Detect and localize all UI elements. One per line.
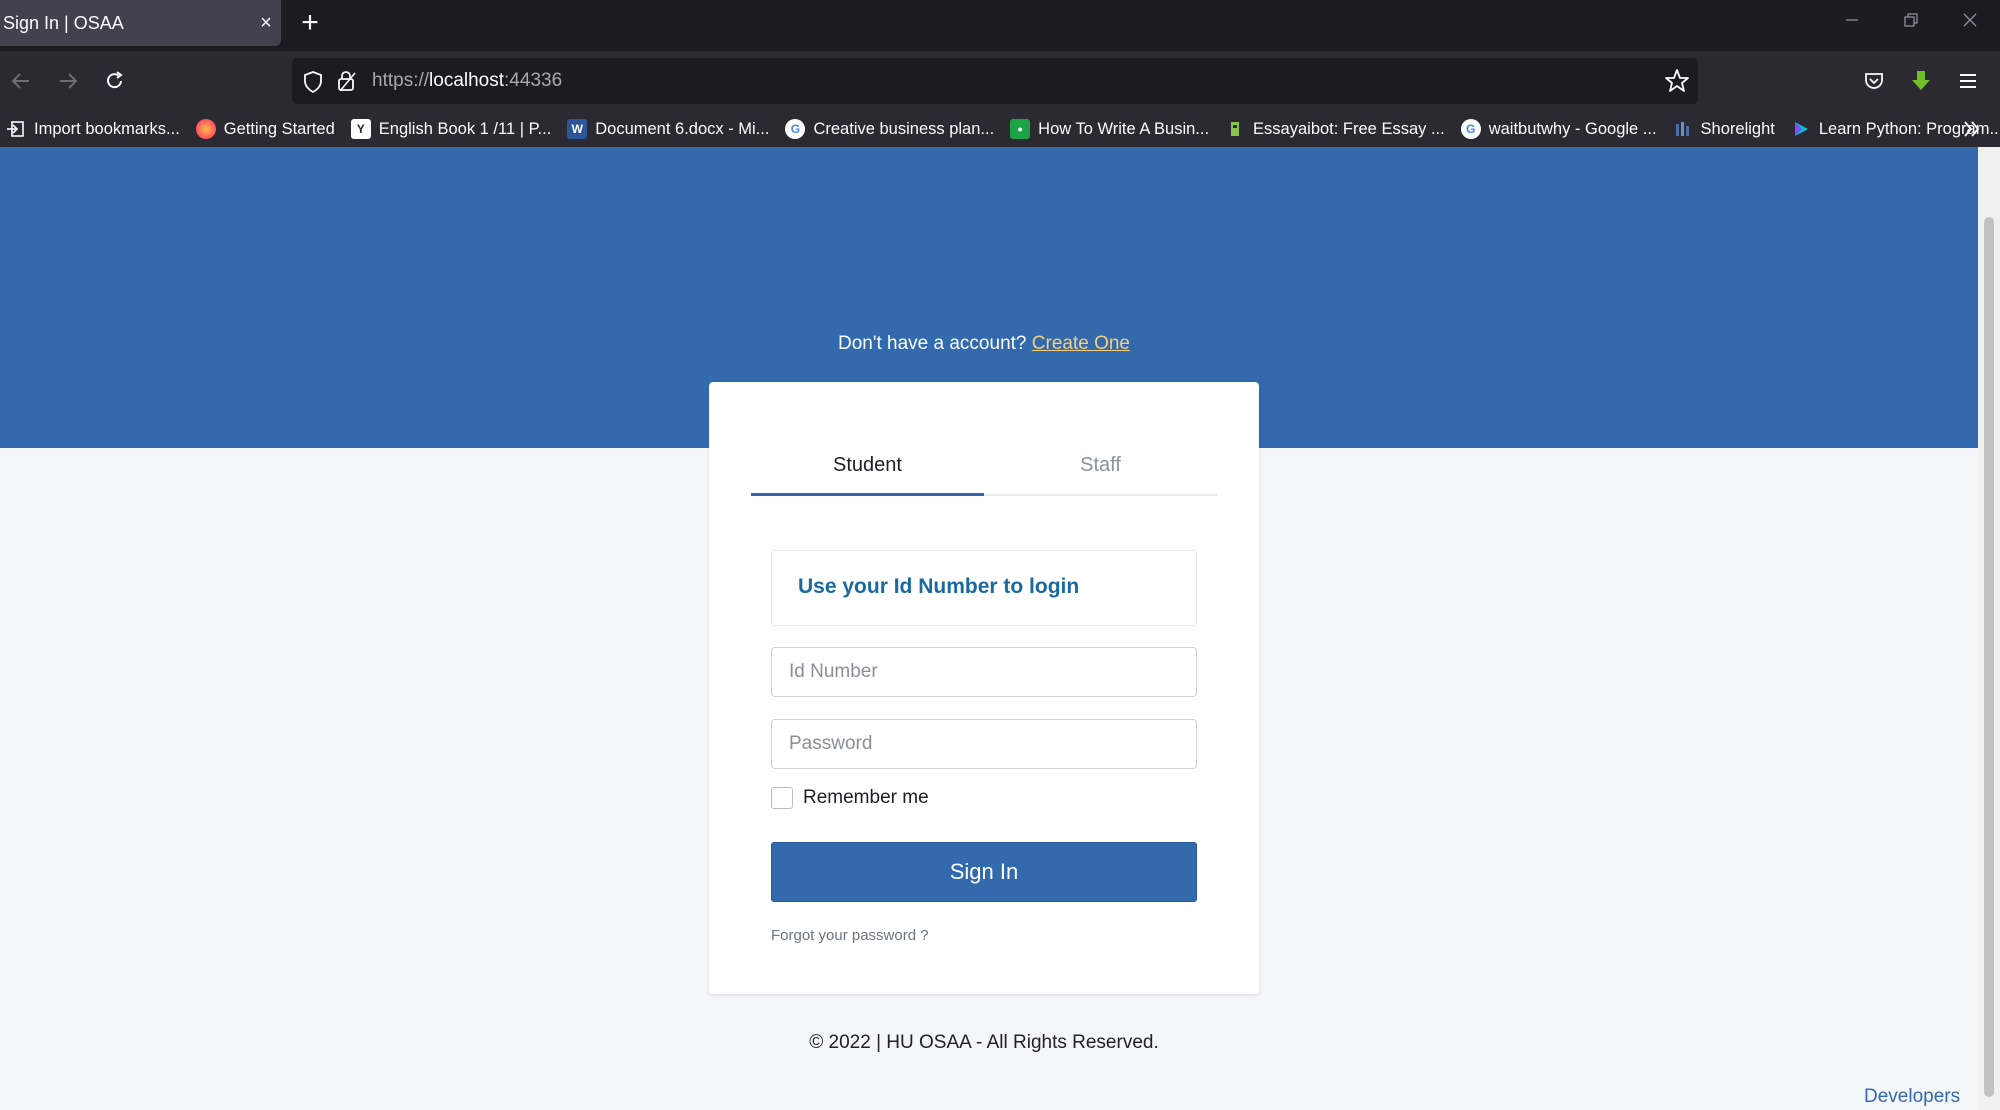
login-notice: Use your Id Number to login [771, 550, 1197, 626]
tab-staff[interactable]: Staff [984, 440, 1217, 496]
reload-icon[interactable] [97, 63, 133, 99]
play-icon [1791, 119, 1811, 139]
pocket-icon[interactable] [1856, 63, 1892, 99]
bookmark-creative-business[interactable]: G Creative business plan... [785, 119, 994, 139]
import-icon [6, 119, 26, 139]
shield-icon[interactable] [302, 70, 324, 99]
minimize-icon[interactable] [1832, 8, 1872, 36]
lock-icon[interactable] [336, 69, 358, 98]
bookmark-label: English Book 1 /11 | P... [378, 119, 552, 138]
new-tab-button[interactable]: + [295, 6, 325, 40]
bookmark-essayaibot[interactable]: Essayaibot: Free Essay ... [1225, 119, 1445, 139]
shorelight-icon [1673, 119, 1693, 139]
url-protocol: https:// [372, 70, 430, 91]
bookmark-label: waitbutwhy - Google ... [1488, 119, 1657, 138]
remember-checkbox[interactable] [771, 787, 793, 809]
bookmark-label: Shorelight [1700, 119, 1775, 138]
browser-tab[interactable]: Sign In | OSAA × [0, 0, 281, 46]
bookmark-import[interactable]: Import bookmarks... [6, 119, 180, 139]
star-icon[interactable] [1664, 68, 1690, 99]
firefox-icon [195, 119, 216, 139]
create-account-link[interactable]: Create One [1032, 333, 1130, 354]
page-content: Don't have a account? Create One Student… [0, 147, 1978, 1110]
developers-link[interactable]: Developers [1864, 1086, 1960, 1108]
bookmark-document[interactable]: W Document 6.docx - Mi... [567, 119, 769, 139]
essay-icon [1225, 119, 1246, 139]
id-number-input[interactable] [771, 647, 1197, 697]
login-card: Student Staff Use your Id Number to logi… [709, 382, 1259, 994]
browser-navbar: https://localhost:44336 [0, 51, 2000, 111]
url-bar[interactable]: https://localhost:44336 [292, 58, 1698, 104]
login-tabs: Student Staff [751, 440, 1217, 496]
tab-student[interactable]: Student [751, 440, 984, 496]
remember-me[interactable]: Remember me [771, 787, 929, 809]
back-icon[interactable] [3, 63, 39, 99]
bookmark-how-to-write[interactable]: ● How To Write A Busin... [1010, 119, 1209, 139]
bookmark-label: How To Write A Busin... [1038, 119, 1210, 138]
password-input[interactable] [771, 719, 1197, 769]
remember-label: Remember me [803, 787, 929, 808]
no-account-prompt: Don't have a account? Create One [0, 333, 1968, 355]
forgot-password-link[interactable]: Forgot your password ? [771, 927, 929, 944]
word-icon: W [567, 119, 588, 139]
bookmark-label: Essayaibot: Free Essay ... [1253, 119, 1445, 138]
url-port: :44336 [504, 70, 563, 91]
y-icon: Y [350, 119, 371, 139]
tab-close-icon[interactable]: × [251, 12, 281, 35]
bookmark-getting-started[interactable]: Getting Started [195, 119, 335, 139]
bookmark-label: Import bookmarks... [34, 119, 180, 138]
bookmark-waitbutwhy[interactable]: G waitbutwhy - Google ... [1460, 119, 1657, 139]
url-host: localhost [429, 70, 505, 91]
bookmark-label: Creative business plan... [813, 119, 995, 138]
bookmarks-toolbar: Import bookmarks... Getting Started Y En… [0, 111, 2000, 147]
bookmark-shorelight[interactable]: Shorelight [1673, 119, 1775, 139]
sign-in-button[interactable]: Sign In [771, 842, 1197, 902]
download-icon[interactable] [1903, 63, 1939, 99]
google-icon: G [785, 119, 806, 139]
browser-tabbar: Sign In | OSAA × + [0, 0, 2000, 51]
green-site-icon: ● [1010, 119, 1031, 139]
chevron-right-icon[interactable] [1961, 118, 1983, 145]
window-close-icon[interactable] [1950, 8, 1990, 36]
bookmark-label: Getting Started [223, 119, 335, 138]
menu-icon[interactable] [1950, 63, 1986, 99]
bookmark-label: Document 6.docx - Mi... [595, 119, 770, 138]
page-scrollbar[interactable] [1978, 147, 2000, 1110]
no-account-text: Don't have a account? [838, 333, 1027, 354]
scrollbar-thumb[interactable] [1984, 217, 1994, 1097]
bookmark-english-book[interactable]: Y English Book 1 /11 | P... [350, 119, 552, 139]
copyright-text: © 2022 | HU OSAA - All Rights Reserved. [809, 1032, 1159, 1053]
restore-icon[interactable] [1891, 8, 1931, 36]
forward-icon[interactable] [50, 63, 86, 99]
url-text[interactable]: https://localhost:44336 [372, 58, 562, 104]
tab-title: Sign In | OSAA [3, 12, 124, 33]
google-icon: G [1460, 119, 1481, 139]
